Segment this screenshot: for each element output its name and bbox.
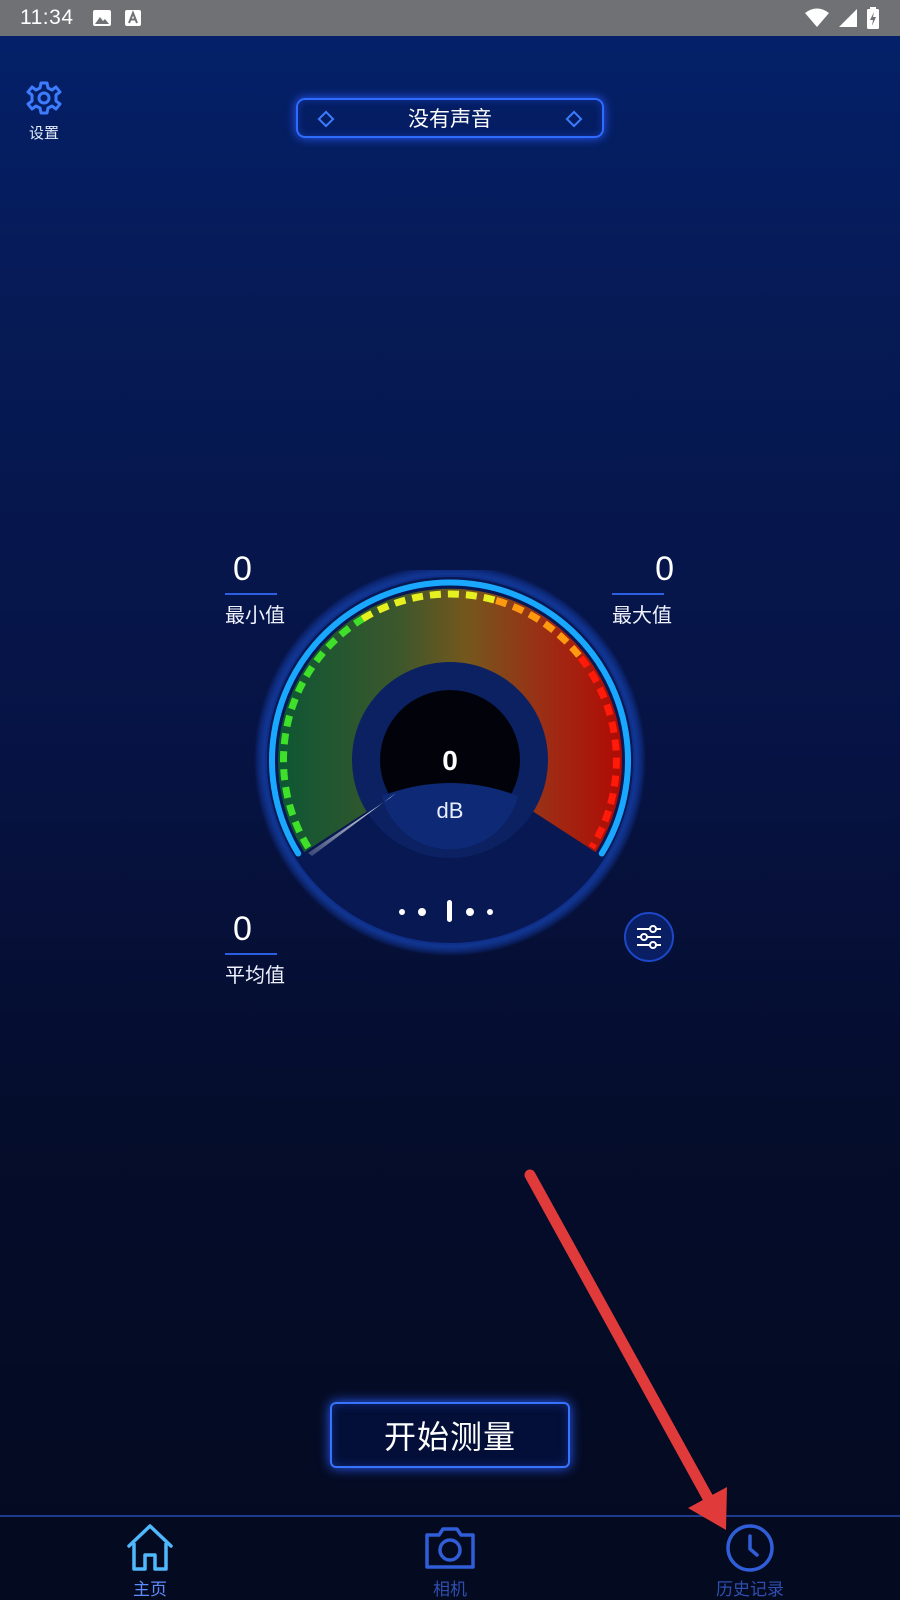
settings-label: 设置 bbox=[28, 124, 59, 142]
tab-history-label: 历史记录 bbox=[716, 1580, 784, 1600]
diamond-icon bbox=[317, 110, 335, 128]
sliders-icon bbox=[637, 925, 661, 949]
text-notification-icon bbox=[124, 10, 141, 26]
home-icon bbox=[127, 1524, 173, 1571]
wifi-icon bbox=[805, 8, 829, 27]
start-measure-button[interactable]: 开始测量 bbox=[330, 1402, 570, 1468]
tab-home[interactable]: 主页 bbox=[0, 1517, 300, 1600]
status-bar: 11:34 bbox=[0, 0, 900, 36]
tab-camera-label: 相机 bbox=[433, 1580, 467, 1600]
gauge-unit: dB bbox=[437, 798, 464, 823]
tab-camera[interactable]: 相机 bbox=[300, 1517, 600, 1600]
status-time: 11:34 bbox=[20, 6, 74, 29]
diamond-icon bbox=[565, 110, 583, 128]
gauge-value: 0 bbox=[442, 745, 458, 776]
bottom-nav: 主页 相机 历史记录 bbox=[0, 1515, 900, 1600]
gear-icon bbox=[26, 81, 62, 115]
clock-icon bbox=[726, 1524, 774, 1572]
settings-button[interactable]: 设置 bbox=[22, 80, 66, 143]
tab-home-label: 主页 bbox=[133, 1580, 167, 1600]
signal-icon bbox=[839, 9, 857, 27]
sound-status-banner: 没有声音 bbox=[296, 98, 604, 138]
battery-icon bbox=[867, 7, 879, 29]
decibel-gauge: 0 dB bbox=[254, 570, 646, 956]
tab-history[interactable]: 历史记录 bbox=[600, 1517, 900, 1600]
sound-status-text: 没有声音 bbox=[408, 107, 492, 131]
gauge-adjust-button[interactable] bbox=[624, 912, 674, 962]
camera-icon bbox=[425, 1527, 475, 1569]
gallery-notification-icon bbox=[92, 10, 111, 26]
